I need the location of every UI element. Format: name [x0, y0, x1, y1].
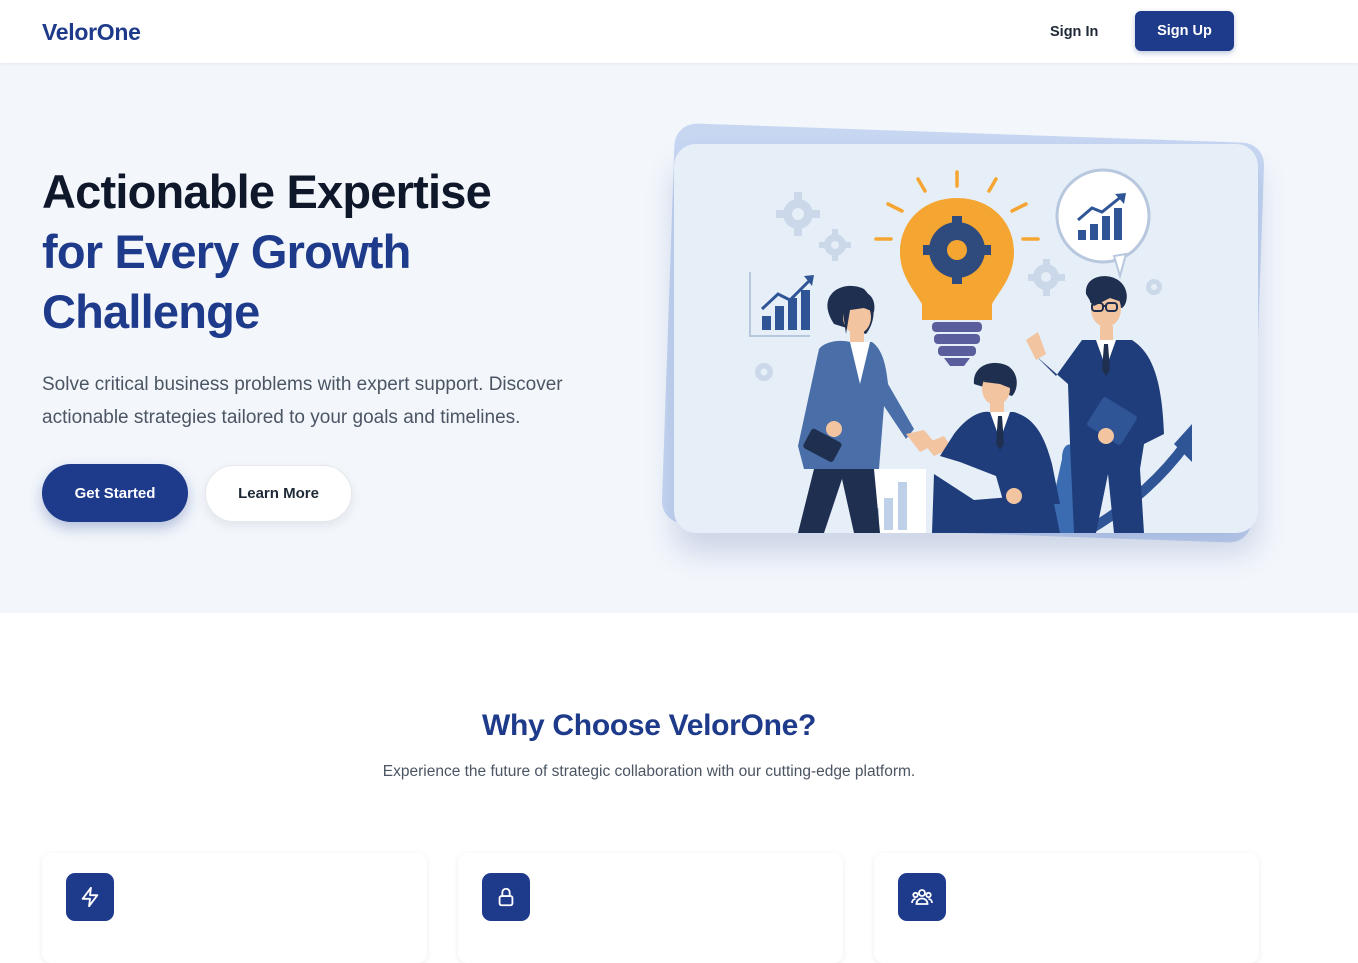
section-title: Why Choose VelorOne? [481, 709, 817, 742]
lightning-icon [66, 873, 114, 921]
hero-subtitle: Solve critical business problems with ex… [42, 374, 563, 428]
learn-more-button[interactable]: Learn More [205, 465, 352, 522]
feature-card [874, 853, 1259, 963]
seated-man-figure [932, 362, 1078, 533]
hero-illustration [660, 122, 1280, 557]
sign-up-button[interactable]: Sign Up [1135, 11, 1234, 51]
hero-title-line-1: Actionable Expertise [42, 165, 492, 218]
lock-icon [482, 873, 530, 921]
feature-card [42, 853, 427, 963]
gear-icon [819, 229, 851, 261]
hero-section: Actionable Expertise for Every Growth Ch… [0, 63, 1358, 613]
gear-icon [1028, 259, 1065, 296]
business-team-illustration [749, 168, 1192, 533]
hero-title: Actionable Expertise for Every Growth Ch… [42, 162, 602, 342]
hero-title-line-2: for Every Growth [42, 225, 411, 278]
chart-icon [749, 272, 814, 337]
speech-bubble-chart-icon [1055, 168, 1151, 280]
lightbulb-icon [874, 170, 1040, 366]
gear-icon [776, 192, 820, 236]
get-started-button[interactable]: Get Started [42, 464, 188, 522]
feature-card [458, 853, 843, 963]
top-navbar: VelorOne Sign In Sign Up [0, 0, 1358, 63]
hero-title-line-3: Challenge [42, 285, 260, 338]
users-icon [898, 873, 946, 921]
illustration-card [674, 144, 1258, 533]
section-subtitle: Experience the future of strategic colla… [382, 763, 916, 780]
sign-in-button[interactable]: Sign In [1036, 20, 1112, 44]
brand-logo[interactable]: VelorOne [42, 19, 141, 46]
